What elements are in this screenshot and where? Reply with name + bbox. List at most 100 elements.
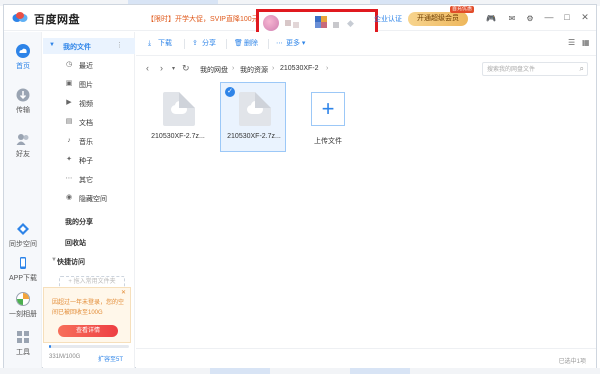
toolbar-divider [184, 39, 185, 49]
nav-label: 传输 [16, 107, 30, 114]
hidden-icon: ◉ [65, 194, 73, 201]
user-avatar[interactable] [263, 15, 279, 31]
music-icon: ♪ [67, 137, 71, 144]
breadcrumb-separator-icon: › [326, 65, 329, 72]
nav-label: 好友 [16, 151, 30, 158]
minimize-icon[interactable]: — [544, 12, 554, 22]
username-mosaic [333, 22, 339, 28]
nav-item-album[interactable]: 一刻相册 [4, 292, 42, 319]
breadcrumb-separator-icon: › [232, 65, 235, 72]
category-hidden-space[interactable]: ◉ 隐藏空间 [43, 190, 135, 206]
expand-storage-link[interactable]: 扩容至5T [98, 354, 123, 363]
search-field[interactable]: ⌕ [482, 62, 588, 76]
category-recent[interactable]: ◷ 最近 [43, 57, 135, 73]
more-options-icon[interactable]: ⋮ [116, 41, 123, 49]
forward-icon[interactable]: › [160, 63, 163, 73]
mail-icon[interactable]: ✉ [507, 14, 517, 24]
nav-item-app-download[interactable]: APP下载 [4, 256, 42, 283]
share-icon: ⇪ [192, 40, 198, 47]
category-videos[interactable]: ▶ 视频 [43, 95, 135, 111]
promo-link[interactable]: 【限时】开学大促，SVIP直降100元 [147, 14, 259, 24]
breadcrumb-item[interactable]: 我的资源 [240, 65, 268, 75]
download-button[interactable]: ⤓ 下载 [148, 38, 172, 50]
my-files-header[interactable]: ▼ 我的文件 ⋮ [43, 38, 135, 54]
history-dropdown-icon[interactable]: ▾ [172, 65, 175, 72]
clock-icon: ◷ [65, 61, 73, 68]
share-button[interactable]: ⇪ 分享 [192, 38, 216, 50]
folder-panel: ▼ 我的文件 ⋮ ◷ 最近 ▣ 图片 ▶ 视频 ▤ 文档 ♪ 音乐 ✦ 种子 ⋯… [43, 32, 135, 368]
view-grid-icon[interactable]: ▦ [582, 38, 590, 47]
file-icon [239, 92, 271, 126]
username-mosaic [285, 20, 291, 26]
path-bar: ‹ › ▾ ↻ 我的网盘 › 我的资源 › 210530XF-2 › ⌕ [136, 57, 596, 81]
image-icon: ▣ [65, 80, 73, 87]
settings-gear-icon[interactable]: ⚙ [525, 14, 535, 24]
more-label: 更多 [285, 40, 300, 47]
close-icon[interactable]: ✕ [580, 12, 590, 22]
file-item-selected[interactable]: ✓ 210530XF-2.7z... [220, 82, 286, 152]
refresh-icon[interactable]: ↻ [182, 63, 190, 74]
baidu-cloud-logo-icon [12, 12, 28, 22]
category-music[interactable]: ♪ 音乐 [43, 133, 135, 149]
username-mosaic [321, 22, 327, 28]
category-label: 种子 [79, 158, 93, 165]
file-name: 210530XF-2.7z... [227, 133, 281, 140]
storage-usage-bar [49, 345, 129, 348]
status-bar: 已选中1项 [136, 348, 596, 368]
upload-file-button[interactable]: + [311, 92, 345, 126]
open-super-vip-button[interactable]: 开通超级会员 [408, 12, 468, 26]
vip-diamond-icon[interactable]: ◆ [347, 18, 354, 29]
app-title: 百度网盘 [34, 14, 80, 26]
my-share-link[interactable]: 我的分享 [65, 217, 93, 227]
category-images[interactable]: ▣ 图片 [43, 76, 135, 92]
search-input[interactable] [487, 65, 571, 74]
storage-usage-fill [49, 345, 51, 348]
selection-status: 已选中1项 [558, 359, 586, 365]
cloud-icon [171, 101, 187, 114]
app-window: 百度网盘 【限时】开学大促，SVIP直降100元 ◆ 企业认证 开通超级会员 首… [3, 4, 597, 368]
nav-item-tools[interactable]: 工具 [4, 330, 42, 357]
seed-icon: ✦ [66, 156, 72, 163]
category-label: 最近 [79, 63, 93, 70]
checkmark-icon[interactable]: ✓ [225, 87, 235, 97]
breadcrumb-current[interactable]: 210530XF-2 [280, 65, 319, 72]
game-icon[interactable]: 🎮 [486, 14, 496, 24]
view-details-button[interactable]: 查看详情 [58, 325, 118, 337]
file-icon [163, 92, 195, 126]
close-icon[interactable]: ✕ [121, 289, 126, 296]
search-icon[interactable]: ⌕ [580, 64, 584, 74]
enterprise-certify-link[interactable]: 企业认证 [374, 14, 402, 24]
transfer-icon [16, 88, 30, 102]
nav-item-transfer[interactable]: 传输 [4, 88, 42, 115]
maximize-icon[interactable]: □ [562, 12, 572, 22]
more-button[interactable]: ⋯ 更多 ▾ [276, 38, 305, 50]
file-item[interactable]: 210530XF-2.7z... [144, 82, 210, 152]
sync-icon [17, 223, 29, 235]
breadcrumb-item[interactable]: 我的网盘 [200, 65, 228, 75]
tools-icon [17, 331, 29, 343]
category-torrents[interactable]: ✦ 种子 [43, 152, 135, 168]
quick-access-header[interactable]: 快捷访问 [57, 257, 85, 267]
delete-button[interactable]: 🗑 删除 [234, 38, 258, 50]
taskbar-tab[interactable] [210, 368, 270, 374]
nav-item-home[interactable]: 首页 [4, 44, 42, 71]
video-icon: ▶ [66, 99, 72, 106]
recycle-bin-link[interactable]: 回收站 [65, 238, 86, 248]
nav-item-sync-space[interactable]: 同步空间 [4, 222, 42, 249]
nav-label: APP下载 [8, 275, 37, 282]
taskbar-tab[interactable] [350, 368, 410, 374]
delete-label: 删除 [243, 40, 258, 47]
category-other[interactable]: ⋯ 其它 [43, 171, 135, 187]
other-icon: ⋯ [65, 175, 73, 182]
category-documents[interactable]: ▤ 文档 [43, 114, 135, 130]
bottom-taskbar-strip [0, 368, 600, 374]
notice-text: 因超过一年未登录，您的空间已被回收至100G [52, 300, 125, 316]
nav-item-friends[interactable]: 好友 [4, 132, 42, 159]
caret-down-icon[interactable]: ▼ [49, 42, 55, 48]
nav-label: 首页 [16, 63, 30, 70]
category-label: 隐藏空间 [79, 196, 107, 203]
toolbar: ⤓ 下载 ⇪ 分享 🗑 删除 ⋯ 更多 ▾ ☰ ▦ [136, 32, 596, 56]
back-icon[interactable]: ‹ [146, 63, 149, 73]
sort-icon[interactable]: ☰ [568, 38, 575, 47]
title-bar: 百度网盘 【限时】开学大促，SVIP直降100元 ◆ 企业认证 开通超级会员 首… [4, 5, 596, 37]
